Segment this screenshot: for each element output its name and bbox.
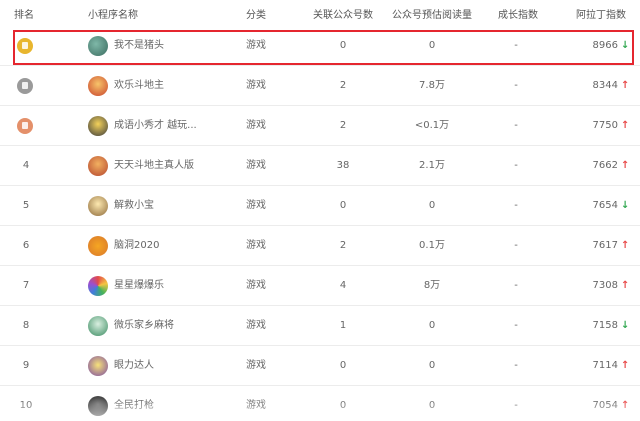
header-name[interactable]: 小程序名称 <box>88 6 138 21</box>
aladdin-index-cell[interactable]: 7054 <box>576 386 618 421</box>
estimated-reads-cell: 0 <box>428 200 436 211</box>
table-row[interactable]: 8 微乐家乡麻将 游戏 1 0 - 7158 ↓ <box>0 306 640 346</box>
estimated-reads-cell: <0.1万 <box>414 120 450 131</box>
miniprogram-avatar[interactable] <box>88 76 108 96</box>
table-row[interactable]: 3 成语小秀才 越玩... 游戏 2 <0.1万 - 7750 ↑ <box>0 106 640 146</box>
highlight-box <box>13 30 634 65</box>
miniprogram-avatar[interactable] <box>88 316 108 336</box>
category-cell: 游戏 <box>246 280 266 291</box>
miniprogram-name[interactable]: 星星爆爆乐 <box>114 266 164 306</box>
category-cell: 游戏 <box>246 360 266 371</box>
linked-accounts-cell: 1 <box>339 320 347 331</box>
category-cell: 游戏 <box>246 200 266 211</box>
rank-number: 7 <box>22 280 30 291</box>
aladdin-index-cell[interactable]: 7750 <box>576 106 618 146</box>
linked-accounts-cell: 0 <box>339 400 347 411</box>
estimated-reads-cell: 0.1万 <box>419 240 445 251</box>
header-category[interactable]: 分类 <box>246 6 266 21</box>
rank-number: 8 <box>22 320 30 331</box>
bronze-medal-icon <box>17 118 33 134</box>
aladdin-index-cell[interactable]: 7114 <box>576 346 618 386</box>
header-aladdin-index[interactable]: 阿拉丁指数 <box>576 6 626 21</box>
linked-accounts-cell: 38 <box>336 160 350 171</box>
rank-number: 6 <box>22 240 30 251</box>
rank-number: 9 <box>22 360 30 371</box>
growth-index-cell: - <box>514 120 518 131</box>
category-cell: 游戏 <box>246 120 266 131</box>
linked-accounts-cell: 0 <box>339 200 347 211</box>
growth-index-cell: - <box>514 360 518 371</box>
trend-up-arrow-icon: ↑ <box>621 280 630 291</box>
trend-up-arrow-icon: ↑ <box>621 360 630 371</box>
trend-up-arrow-icon: ↑ <box>621 400 630 411</box>
miniprogram-avatar[interactable] <box>88 356 108 376</box>
table-row[interactable]: 6 脑洞2020 游戏 2 0.1万 - 7617 ↑ <box>0 226 640 266</box>
linked-accounts-cell: 0 <box>339 360 347 371</box>
estimated-reads-cell: 8万 <box>423 280 441 291</box>
category-cell: 游戏 <box>246 80 266 91</box>
miniprogram-name[interactable]: 天天斗地主真人版 <box>114 146 194 186</box>
aladdin-index-cell[interactable]: 7158 <box>576 306 618 346</box>
estimated-reads-cell: 2.1万 <box>419 160 445 171</box>
miniprogram-avatar[interactable] <box>88 236 108 256</box>
header-growth-index[interactable]: 成长指数 <box>498 6 538 21</box>
category-cell: 游戏 <box>246 320 266 331</box>
miniprogram-name[interactable]: 成语小秀才 越玩... <box>114 106 197 146</box>
aladdin-index-cell[interactable]: 7662 <box>576 146 618 186</box>
growth-index-cell: - <box>514 280 518 291</box>
estimated-reads-cell: 0 <box>428 400 436 411</box>
aladdin-index-cell[interactable]: 8344 <box>576 66 618 106</box>
category-cell: 游戏 <box>246 160 266 171</box>
miniprogram-name[interactable]: 脑洞2020 <box>114 226 159 266</box>
table-row[interactable]: 7 星星爆爆乐 游戏 4 8万 - 7308 ↑ <box>0 266 640 306</box>
miniprogram-name[interactable]: 微乐家乡麻将 <box>114 306 174 346</box>
linked-accounts-cell: 4 <box>339 280 347 291</box>
miniprogram-avatar[interactable] <box>88 396 108 416</box>
aladdin-index-cell[interactable]: 7617 <box>576 226 618 266</box>
miniprogram-avatar[interactable] <box>88 116 108 136</box>
estimated-reads-cell: 0 <box>428 360 436 371</box>
aladdin-index-cell[interactable]: 7654 <box>576 186 618 226</box>
trend-up-arrow-icon: ↑ <box>621 80 630 91</box>
trend-up-arrow-icon: ↑ <box>621 160 630 171</box>
linked-accounts-cell: 2 <box>339 80 347 91</box>
silver-medal-icon <box>17 78 33 94</box>
table-row[interactable]: 5 解救小宝 游戏 0 0 - 7654 ↓ <box>0 186 640 226</box>
table-header: 排名 小程序名称 分类 关联公众号数 公众号预估阅读量 成长指数 阿拉丁指数 <box>0 0 640 26</box>
trend-down-arrow-icon: ↓ <box>621 320 630 331</box>
table-row[interactable]: 10 全民打枪 游戏 0 0 - 7054 ↑ <box>0 386 640 421</box>
miniprogram-name[interactable]: 全民打枪 <box>114 386 154 421</box>
miniprogram-name[interactable]: 解救小宝 <box>114 186 154 226</box>
table-row[interactable]: 9 眼力达人 游戏 0 0 - 7114 ↑ <box>0 346 640 386</box>
trend-up-arrow-icon: ↑ <box>621 120 630 131</box>
miniprogram-name[interactable]: 欢乐斗地主 <box>114 66 164 106</box>
category-cell: 游戏 <box>246 400 266 411</box>
miniprogram-avatar[interactable] <box>88 156 108 176</box>
table-row[interactable]: 2 欢乐斗地主 游戏 2 7.8万 - 8344 ↑ <box>0 66 640 106</box>
growth-index-cell: - <box>514 200 518 211</box>
growth-index-cell: - <box>514 240 518 251</box>
rank-number: 4 <box>22 160 30 171</box>
trend-up-arrow-icon: ↑ <box>621 240 630 251</box>
growth-index-cell: - <box>514 80 518 91</box>
header-estimated-reads[interactable]: 公众号预估阅读量 <box>392 6 472 21</box>
rank-number: 10 <box>19 400 33 411</box>
estimated-reads-cell: 7.8万 <box>419 80 445 91</box>
category-cell: 游戏 <box>246 240 266 251</box>
trend-down-arrow-icon: ↓ <box>621 200 630 211</box>
table-row[interactable]: 4 天天斗地主真人版 游戏 38 2.1万 - 7662 ↑ <box>0 146 640 186</box>
miniprogram-name[interactable]: 眼力达人 <box>114 346 154 386</box>
header-rank[interactable]: 排名 <box>14 6 34 21</box>
growth-index-cell: - <box>514 320 518 331</box>
miniprogram-avatar[interactable] <box>88 196 108 216</box>
linked-accounts-cell: 2 <box>339 240 347 251</box>
rank-number: 5 <box>22 200 30 211</box>
header-linked-accounts[interactable]: 关联公众号数 <box>313 6 373 21</box>
linked-accounts-cell: 2 <box>339 120 347 131</box>
estimated-reads-cell: 0 <box>428 320 436 331</box>
growth-index-cell: - <box>514 160 518 171</box>
growth-index-cell: - <box>514 400 518 411</box>
aladdin-index-cell[interactable]: 7308 <box>576 266 618 306</box>
miniprogram-avatar[interactable] <box>88 276 108 296</box>
